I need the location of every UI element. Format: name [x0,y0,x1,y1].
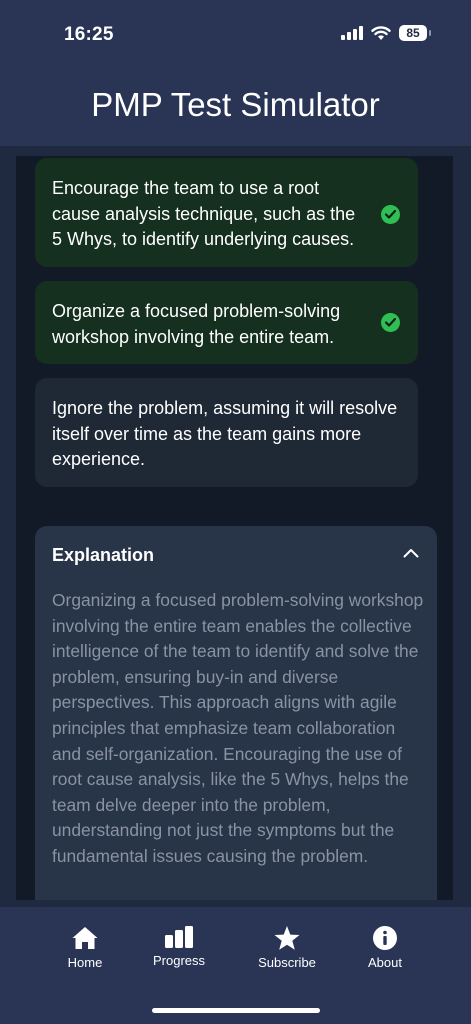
tab-label: Subscribe [258,955,316,970]
status-icons: 85 [341,25,431,41]
tab-bar: Home Progress Subscribe About [0,907,471,1024]
wifi-icon [371,25,391,40]
tab-label: Home [67,955,103,970]
explanation-panel: Explanation Organizing a focused problem… [35,526,437,900]
tab-subscribe[interactable]: Subscribe [242,925,332,970]
answer-option-3[interactable]: Ignore the problem, assuming it will res… [35,378,418,487]
bar-chart-icon [165,926,193,948]
home-icon [72,927,98,949]
tab-about[interactable]: About [340,925,430,970]
page-title: PMP Test Simulator [91,86,380,123]
answer-option-2[interactable]: Organize a focused problem-solving works… [35,281,418,364]
home-indicator[interactable] [152,1008,320,1013]
question-content[interactable]: Encourage the team to use a root cause a… [16,156,453,900]
tab-home[interactable]: Home [40,925,130,970]
chevron-up-icon[interactable] [403,548,419,558]
answer-option-1[interactable]: Encourage the team to use a root cause a… [35,158,418,267]
info-icon [373,926,397,950]
battery-icon: 85 [399,25,431,41]
check-icon [381,205,400,224]
answer-option-text: Ignore the problem, assuming it will res… [52,398,398,469]
explanation-title: Explanation [52,545,155,565]
app-header: 16:25 85 PMP Test Simulator [0,0,471,146]
check-icon [381,313,400,332]
explanation-body: Organizing a focused problem-solving wor… [52,590,424,866]
tab-label: Progress [152,953,206,968]
star-icon [274,926,300,950]
cellular-signal-icon [341,26,363,40]
status-time: 16:25 [64,24,114,45]
answer-option-text: Encourage the team to use a root cause a… [52,178,356,249]
tab-label: About [368,955,402,970]
answer-option-text: Organize a focused problem-solving works… [52,301,341,347]
tab-progress[interactable]: Progress [134,925,224,968]
